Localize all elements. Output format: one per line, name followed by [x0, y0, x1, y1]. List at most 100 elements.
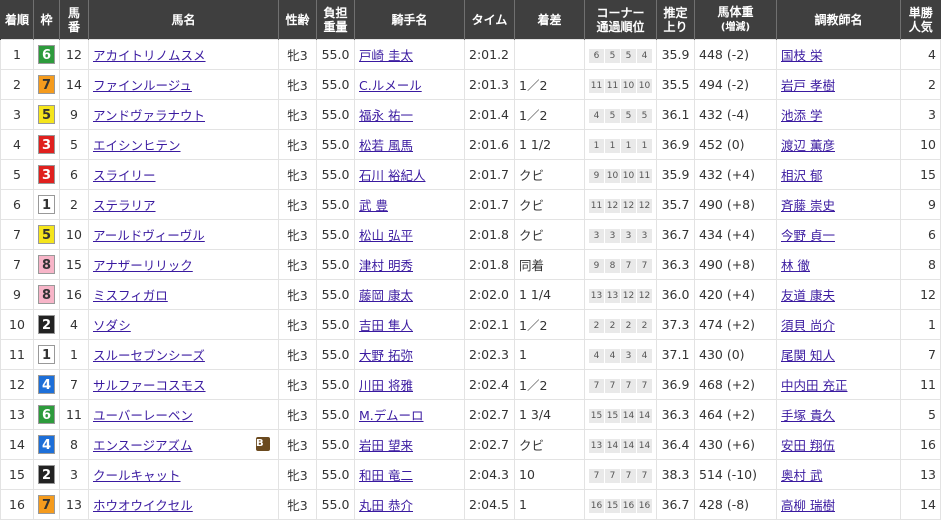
- horse-name-cell: ミスフィガロ: [88, 279, 279, 310]
- time-cell: 2:01.4: [464, 99, 515, 130]
- trainer-link[interactable]: 中内田 充正: [781, 378, 847, 393]
- jockey-link[interactable]: 福永 祐一: [359, 108, 413, 123]
- corner-cell: 13 13 12 12: [584, 279, 657, 310]
- trainer-link[interactable]: 渡辺 薫彦: [781, 138, 835, 153]
- jockey-cell: C.ルメール: [354, 69, 465, 100]
- weight-cell: 55.0: [316, 159, 355, 190]
- waku-cell: 6: [33, 399, 60, 430]
- corner-cell: 4434: [584, 339, 657, 370]
- horse-name-link[interactable]: エイシンヒテン: [93, 138, 181, 153]
- jockey-link[interactable]: 石川 裕紀人: [359, 168, 425, 183]
- jockey-link[interactable]: 和田 竜二: [359, 468, 413, 483]
- trainer-link[interactable]: 岩戸 孝樹: [781, 78, 835, 93]
- horse-name-cell: アナザーリリック: [88, 249, 279, 280]
- weight-cell: 55.0: [316, 459, 355, 490]
- jockey-link[interactable]: 松山 弘平: [359, 228, 413, 243]
- corner-position: 3: [637, 229, 652, 243]
- trainer-link[interactable]: 手塚 貴久: [781, 408, 835, 423]
- horse-name-link[interactable]: アナザーリリック: [93, 258, 193, 273]
- header-trainer: 調教師名: [776, 0, 901, 40]
- trainer-link[interactable]: 友道 康夫: [781, 288, 835, 303]
- horse-name-link[interactable]: ステラリア: [93, 198, 156, 213]
- jockey-link[interactable]: 戸崎 圭太: [359, 48, 413, 63]
- weight-cell: 55.0: [316, 99, 355, 130]
- corner-position: 4: [637, 349, 652, 363]
- corner-position: 7: [589, 379, 604, 393]
- horse-name-link[interactable]: アカイトリノムスメ: [93, 48, 206, 63]
- jockey-cell: 丸田 恭介: [354, 489, 465, 520]
- trainer-link[interactable]: 斉藤 崇史: [781, 198, 835, 213]
- jockey-link[interactable]: 丸田 恭介: [359, 498, 413, 513]
- horse-name-link[interactable]: ファインルージュ: [93, 78, 192, 93]
- trainer-link[interactable]: 安田 翔伍: [781, 438, 835, 453]
- trainer-link[interactable]: 尾関 知人: [781, 348, 835, 363]
- waku-badge: 6: [38, 405, 55, 424]
- trainer-link[interactable]: 須貝 尚介: [781, 318, 835, 333]
- jockey-link[interactable]: 岩田 望来: [359, 438, 413, 453]
- corner-positions: 6554: [589, 49, 652, 63]
- jockey-link[interactable]: 吉田 隼人: [359, 318, 413, 333]
- table-row: 7 5 10 アールドヴィーヴル 牝3 55.0 松山 弘平 2:01.8 クビ…: [0, 219, 941, 250]
- margin-cell: クビ: [514, 159, 585, 190]
- jockey-cell: 大野 拓弥: [354, 339, 465, 370]
- waku-cell: 7: [33, 489, 60, 520]
- trainer-link[interactable]: 奥村 武: [781, 468, 822, 483]
- horse-name-cell: ファインルージュ: [88, 69, 279, 100]
- jockey-link[interactable]: 藤岡 康太: [359, 288, 413, 303]
- trainer-link[interactable]: 今野 貞一: [781, 228, 835, 243]
- horse-name-link[interactable]: アールドヴィーヴル: [93, 228, 205, 243]
- horse-name-link[interactable]: クールキャット: [93, 468, 181, 483]
- sex-age-cell: 牝3: [278, 369, 317, 400]
- corner-positions: 1111: [589, 139, 652, 153]
- waku-cell: 7: [33, 69, 60, 100]
- horse-name-link[interactable]: ソダシ: [93, 318, 131, 333]
- corner-position: 3: [621, 349, 636, 363]
- horse-name-cell: ソダシ: [88, 309, 279, 340]
- horse-name-link[interactable]: ミスフィガロ: [93, 288, 168, 303]
- bodyweight-cell: 432 (-4): [694, 99, 777, 130]
- corner-position: 12: [621, 199, 636, 213]
- horse-name-link[interactable]: エンスージアズム: [93, 438, 193, 453]
- trainer-link[interactable]: 高柳 瑞樹: [781, 498, 835, 513]
- last3f-cell: 35.9: [656, 159, 695, 190]
- horse-name-link[interactable]: サルファーコスモス: [93, 378, 206, 393]
- jockey-link[interactable]: 津村 明秀: [359, 258, 413, 273]
- jockey-link[interactable]: M.デムーロ: [359, 408, 424, 423]
- corner-position: 10: [637, 79, 652, 93]
- horse-name-link[interactable]: ユーバーレーベン: [93, 408, 193, 423]
- margin-cell: クビ: [514, 189, 585, 220]
- horse-name-cell: クールキャット: [88, 459, 279, 490]
- weight-cell: 55.0: [316, 399, 355, 430]
- trainer-cell: 尾関 知人: [776, 339, 901, 370]
- jockey-link[interactable]: 松若 風馬: [359, 138, 413, 153]
- trainer-link[interactable]: 池添 学: [781, 108, 822, 123]
- jockey-link[interactable]: 武 豊: [359, 198, 388, 213]
- corner-position: 7: [621, 259, 636, 273]
- jockey-link[interactable]: 川田 将雅: [359, 378, 413, 393]
- rank-cell: 15: [0, 459, 34, 490]
- weight-cell: 55.0: [316, 429, 355, 460]
- jockey-link[interactable]: C.ルメール: [359, 78, 422, 93]
- jockey-link[interactable]: 大野 拓弥: [359, 348, 413, 363]
- waku-cell: 2: [33, 309, 60, 340]
- trainer-cell: 渡辺 薫彦: [776, 129, 901, 160]
- trainer-link[interactable]: 国枝 栄: [781, 48, 822, 63]
- last3f-cell: 38.3: [656, 459, 695, 490]
- horse-number-cell: 5: [59, 129, 89, 160]
- horse-name-link[interactable]: ホウオウイクセル: [93, 498, 193, 513]
- waku-badge: 8: [38, 255, 55, 274]
- waku-cell: 5: [33, 219, 60, 250]
- corner-position: 16: [621, 499, 636, 513]
- last3f-cell: 35.7: [656, 189, 695, 220]
- time-cell: 2:01.6: [464, 129, 515, 160]
- horse-name-link[interactable]: スライリー: [93, 168, 156, 183]
- horse-name-link[interactable]: アンドヴァラナウト: [93, 108, 205, 123]
- waku-cell: 3: [33, 129, 60, 160]
- corner-cell: 16 15 16 16: [584, 489, 657, 520]
- trainer-link[interactable]: 相沢 郁: [781, 168, 822, 183]
- waku-badge: 5: [38, 105, 55, 124]
- horse-name-link[interactable]: スルーセブンシーズ: [93, 348, 205, 363]
- horse-number-cell: 12: [59, 39, 89, 70]
- trainer-link[interactable]: 林 徹: [781, 258, 810, 273]
- corner-position: 12: [621, 289, 636, 303]
